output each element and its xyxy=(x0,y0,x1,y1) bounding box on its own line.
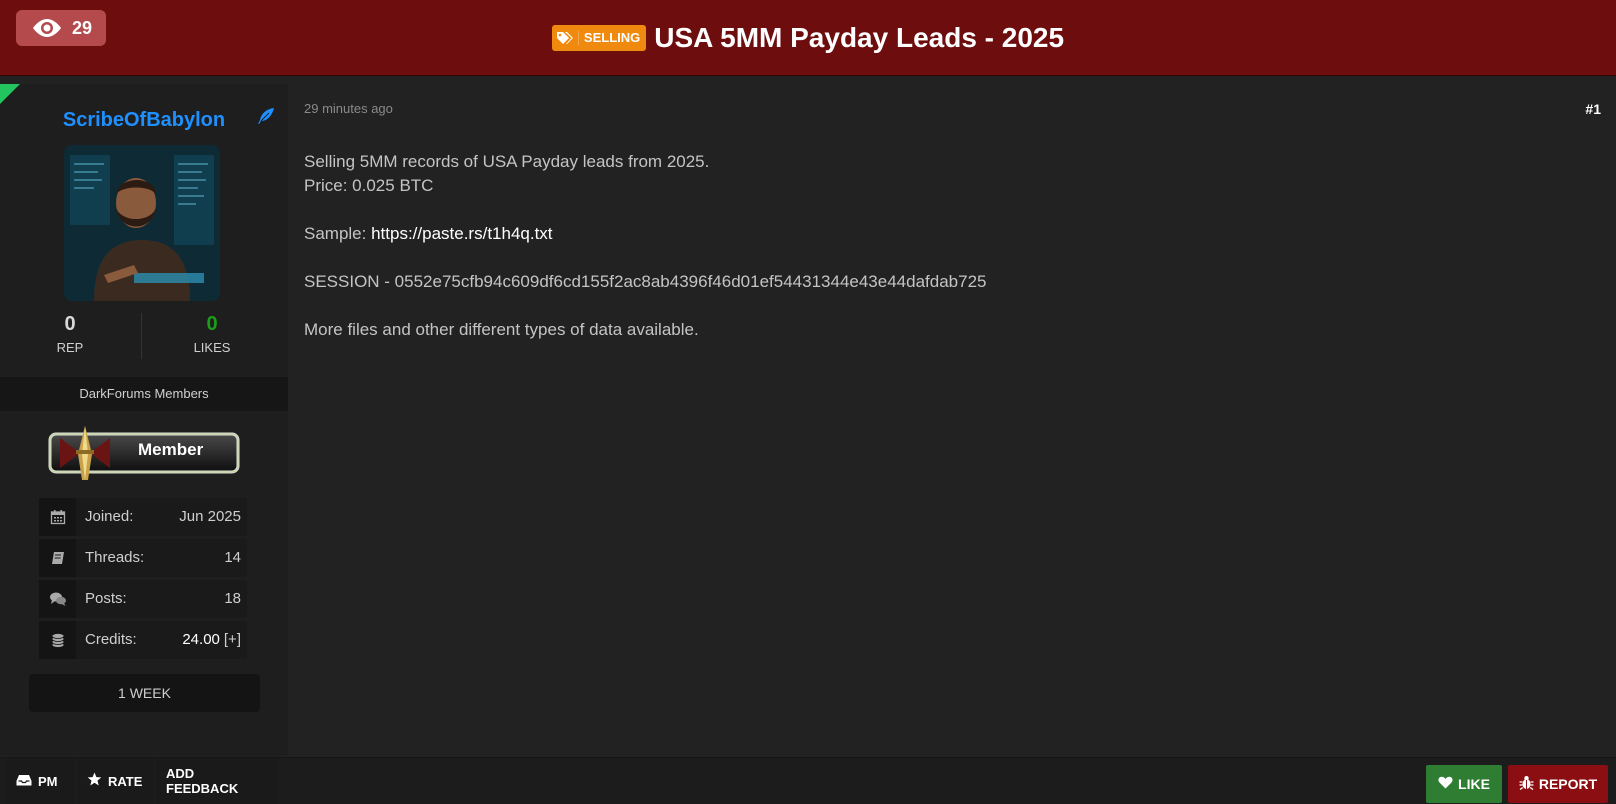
comments-icon xyxy=(39,580,76,618)
user-group: DarkForums Members xyxy=(0,377,288,411)
joined-value: Jun 2025 xyxy=(179,508,241,525)
rate-label: RATE xyxy=(108,773,143,789)
feather-icon xyxy=(256,106,276,131)
report-label: REPORT xyxy=(1538,776,1598,792)
post-line-more: More files and other different types of … xyxy=(304,320,699,339)
book-icon xyxy=(39,539,76,577)
info-row-credits: Credits: 24.00 [+] xyxy=(39,621,247,659)
info-row-threads[interactable]: Threads: 14 xyxy=(39,539,247,577)
post-timestamp[interactable]: 29 minutes ago xyxy=(304,101,393,116)
add-feedback-label: ADD FEEDBACK xyxy=(166,766,239,796)
calendar-icon xyxy=(39,498,76,536)
credits-add-link[interactable]: [+] xyxy=(224,631,241,648)
member-badge-label: Member xyxy=(138,440,204,459)
pm-label: PM xyxy=(38,773,58,789)
posts-value: 18 xyxy=(224,590,241,607)
post-line-records: Selling 5MM records of USA Payday leads … xyxy=(304,152,710,171)
post-line-sample: Sample: https://paste.rs/t1h4q.txt xyxy=(304,222,1584,246)
rep-value: 0 xyxy=(64,313,76,335)
pm-button[interactable]: PM xyxy=(6,758,74,804)
like-button[interactable]: LIKE xyxy=(1426,765,1502,803)
author-username[interactable]: ScribeOfBabylon xyxy=(0,109,288,132)
thread-header: 29 SELLING USA 5MM Payday Leads - 2025 xyxy=(0,0,1616,76)
post-number-link[interactable]: #1 xyxy=(1585,101,1601,117)
likes-stat[interactable]: 0 LIKES xyxy=(142,313,282,355)
thread-title: USA 5MM Payday Leads - 2025 xyxy=(654,21,1065,53)
post-line-session: SESSION - 0552e75cfb94c609df6cd155f2ac8a… xyxy=(304,272,987,291)
add-feedback-button[interactable]: ADD FEEDBACK xyxy=(156,758,278,804)
membership-duration: 1 WEEK xyxy=(29,674,260,712)
coins-icon xyxy=(39,621,76,659)
threads-value: 14 xyxy=(224,549,241,566)
rep-stat[interactable]: 0 REP xyxy=(0,313,140,355)
avatar[interactable] xyxy=(64,145,220,301)
post-line-price: Price: 0.025 BTC xyxy=(304,176,434,195)
title-row: SELLING USA 5MM Payday Leads - 2025 xyxy=(0,0,1616,75)
inbox-icon xyxy=(16,773,32,790)
likes-value: 0 xyxy=(206,313,218,335)
threads-label: Threads: xyxy=(85,549,145,566)
info-row-posts[interactable]: Posts: 18 xyxy=(39,580,247,618)
posts-label: Posts: xyxy=(85,590,127,607)
heart-icon xyxy=(1438,776,1453,792)
selling-tag-label: SELLING xyxy=(583,30,641,45)
info-row-joined: Joined: Jun 2025 xyxy=(39,498,247,536)
sample-link[interactable]: https://paste.rs/t1h4q.txt xyxy=(371,224,552,243)
tag-icon xyxy=(556,30,579,45)
online-indicator xyxy=(0,84,20,104)
author-stats: 0 REP 0 LIKES xyxy=(0,313,288,359)
report-button[interactable]: REPORT xyxy=(1508,765,1608,803)
rep-label: REP xyxy=(56,340,84,355)
like-label: LIKE xyxy=(1458,776,1490,792)
credits-label: Credits: xyxy=(85,631,137,648)
author-info-table: Joined: Jun 2025 Threads: 14 Posts: 18 C… xyxy=(39,498,247,662)
star-icon xyxy=(87,772,102,790)
post-body: Selling 5MM records of USA Payday leads … xyxy=(304,150,1584,342)
selling-tag[interactable]: SELLING xyxy=(551,24,647,51)
post-action-bar: PM RATE ADD FEEDBACK xyxy=(0,757,1616,804)
bug-icon xyxy=(1519,775,1534,793)
rate-button[interactable]: RATE xyxy=(77,758,153,804)
likes-label: LIKES xyxy=(193,340,231,355)
joined-label: Joined: xyxy=(85,508,134,525)
member-rank-badge: Member xyxy=(46,424,242,489)
sample-prefix: Sample: xyxy=(304,224,372,243)
credits-value: 24.00 xyxy=(182,631,220,648)
credits-value-wrap: 24.00 [+] xyxy=(182,621,241,659)
